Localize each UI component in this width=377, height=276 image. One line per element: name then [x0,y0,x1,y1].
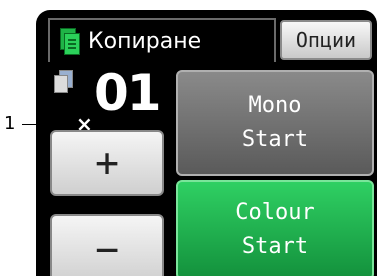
callout-number: 1 [4,113,16,134]
copies-count: 01 [94,64,162,122]
copy-icon [60,28,80,55]
colour-start-button[interactable]: Colour Start [176,180,374,276]
colour-start-line2: Start [241,234,309,259]
options-button[interactable]: Опции [280,20,372,60]
colour-start-line1: Colour [235,200,315,225]
page-title: Копиране [88,28,202,54]
mono-start-line2: Start [241,127,309,152]
increase-copies-button[interactable]: + [50,130,164,196]
title-tab: Копиране [48,18,276,62]
copies-icon [54,70,73,93]
lcd-screen: Копиране Опции × 01 + − Mono Start Colou… [36,10,377,276]
mono-start-line1: Mono [248,93,302,118]
mono-start-button[interactable]: Mono Start [176,70,374,176]
decrease-copies-button[interactable]: − [50,214,164,276]
